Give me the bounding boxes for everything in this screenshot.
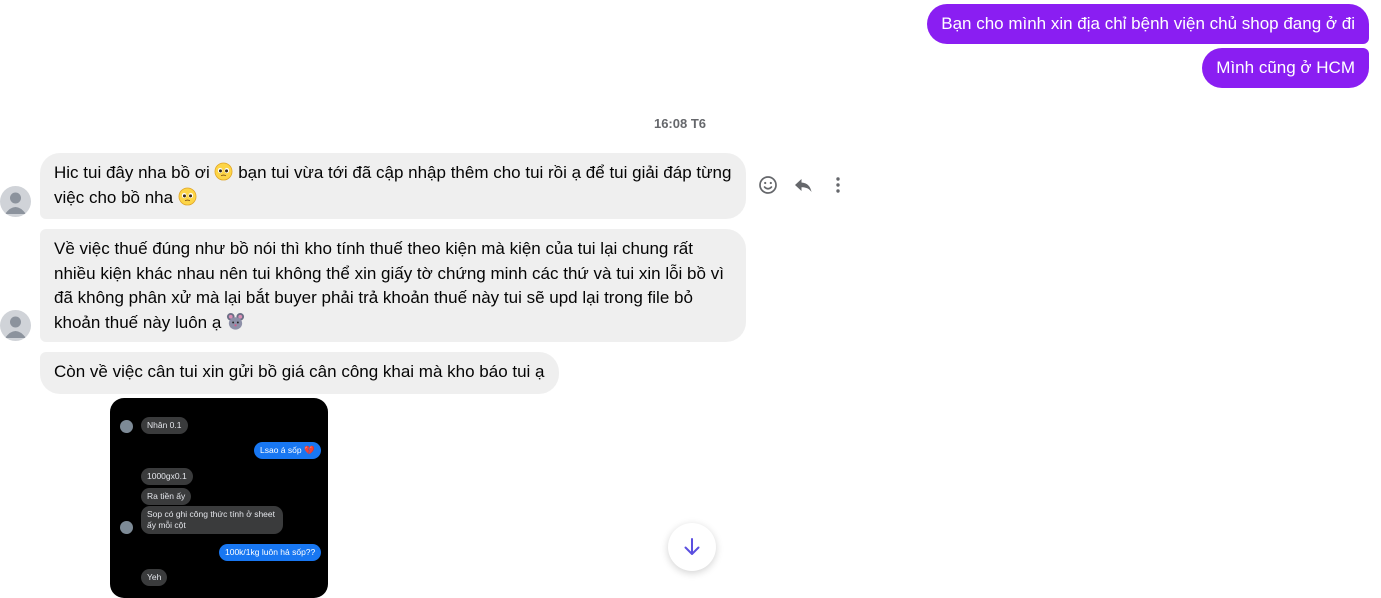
image-chat-bubble: Sop có ghi công thức tính ở sheet ấy mỗi… <box>141 506 283 534</box>
incoming-message[interactable]: Về việc thuế đúng như bồ nói thì kho tín… <box>40 229 746 342</box>
image-chat-bubble: Nhân 0.1 <box>141 417 188 434</box>
arrow-down-icon <box>684 538 700 555</box>
mouse-face-icon <box>226 312 245 330</box>
image-chat-bubble: 1000gx0.1 <box>141 468 193 485</box>
image-chat-bubble: Yeh <box>141 569 168 586</box>
outgoing-message[interactable]: Mình cũng ở HCM <box>1202 48 1369 88</box>
avatar <box>120 420 133 433</box>
pleading-face-icon <box>178 187 197 205</box>
avatar[interactable] <box>0 310 31 341</box>
avatar <box>120 521 133 534</box>
message-actions <box>757 174 849 196</box>
outgoing-message[interactable]: Bạn cho mình xin địa chỉ bệnh viện chủ s… <box>927 4 1369 44</box>
message-text: Còn về việc cân tui xin gửi bồ giá cân c… <box>54 362 545 381</box>
react-icon[interactable] <box>757 174 779 196</box>
pleading-face-icon <box>215 162 233 181</box>
reply-icon[interactable] <box>792 174 814 196</box>
incoming-message[interactable]: Còn về việc cân tui xin gửi bồ giá cân c… <box>40 352 559 394</box>
more-icon[interactable] <box>827 174 849 196</box>
avatar[interactable] <box>0 186 31 217</box>
message-text: Hic tui đây nha bồ ơi <box>54 163 215 182</box>
image-chat-bubble: Lsao á sốp 💔 <box>254 442 321 459</box>
image-chat-bubble: 100k/1kg luôn hả sốp?? <box>219 544 322 561</box>
message-timestamp: 16:08 T6 <box>653 116 707 131</box>
incoming-message[interactable]: Hic tui đây nha bồ ơi bạn tui vừa tới đã… <box>40 153 746 219</box>
message-text: Về việc thuế đúng như bồ nói thì kho tín… <box>54 239 724 332</box>
image-chat-bubble: Ra tiền ấy <box>141 488 192 505</box>
image-attachment[interactable]: Nhân 0.1 Lsao á sốp 💔 1000gx0.1 Ra tiền … <box>110 398 328 598</box>
scroll-to-bottom-button[interactable] <box>668 523 716 571</box>
